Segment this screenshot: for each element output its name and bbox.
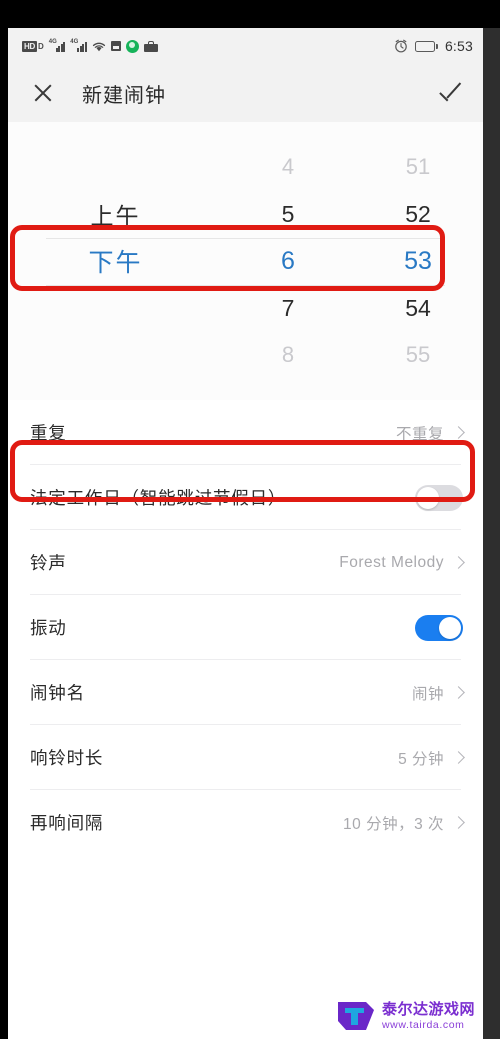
settings-row-repeat[interactable]: 重复 不重复 <box>8 400 483 465</box>
settings-row-ringtone[interactable]: 铃声 Forest Melody <box>8 530 483 595</box>
settings-value-ring-duration: 5 分钟 <box>398 750 444 768</box>
picker-minute-selected[interactable]: 53 <box>353 247 483 276</box>
sdcard-icon <box>110 41 121 51</box>
watermark-text: 泰尔达游戏网 www.tairda.com <box>382 1002 475 1031</box>
settings-value-snooze: 10 分钟，3 次 <box>343 815 444 833</box>
picker-minute-4[interactable]: 55 <box>353 342 483 368</box>
status-bar-left-icons: HD D 4G 4G <box>22 39 158 53</box>
title-bar: 新建闹钟 <box>8 64 483 122</box>
watermark-site-name: 泰尔达游戏网 <box>381 1000 475 1018</box>
signal-4g-icon-2: 4G <box>70 39 87 52</box>
alarm-icon <box>394 39 408 53</box>
close-icon[interactable] <box>30 80 56 106</box>
chevron-right-icon <box>452 556 465 569</box>
settings-value-alarm-name: 闹钟 <box>411 685 444 703</box>
chevron-right-icon <box>452 426 465 439</box>
picker-row-0[interactable]: 4 51 <box>8 144 483 191</box>
signal-label: 4G <box>48 39 57 45</box>
settings-label-ring-duration: 响铃时长 <box>30 748 104 768</box>
picker-divider-bottom <box>46 284 445 286</box>
confirm-check-icon[interactable] <box>437 79 465 107</box>
phone-screen: HD D 4G 4G 6:53 新建闹钟 4 51 上午 5 52 下午 6 5… <box>8 28 483 1039</box>
work-profile-icon <box>143 40 158 52</box>
settings-label-snooze: 再响间隔 <box>30 813 104 833</box>
settings-row-workday[interactable]: 法定工作日（智能跳过节假日） <box>8 465 483 530</box>
screenshot-root: HD D 4G 4G 6:53 新建闹钟 4 51 上午 5 52 下午 6 5… <box>0 0 500 1039</box>
picker-ampm-selected[interactable]: 下午 <box>8 243 223 279</box>
picker-row-3[interactable]: 7 54 <box>8 285 483 332</box>
settings-list: 重复 不重复 法定工作日（智能跳过节假日） 铃声 Forest Melody 振… <box>8 400 483 855</box>
settings-label-alarm-name: 闹钟名 <box>30 683 85 703</box>
status-bar-right-icons: 6:53 <box>394 38 473 54</box>
watermark: 泰尔达游戏网 www.tairda.com <box>336 999 475 1033</box>
settings-label-vibrate: 振动 <box>30 618 67 638</box>
settings-label-workday: 法定工作日（智能跳过节假日） <box>30 488 287 508</box>
picker-minute-0[interactable]: 51 <box>353 154 483 180</box>
hd-label: HD <box>22 40 37 52</box>
chevron-right-icon <box>452 686 465 699</box>
settings-row-vibrate[interactable]: 振动 <box>8 595 483 660</box>
status-bar: HD D 4G 4G 6:53 <box>8 28 483 64</box>
signal-4g-icon: 4G <box>48 39 66 52</box>
time-picker[interactable]: 4 51 上午 5 52 下午 6 53 7 54 8 55 <box>8 122 483 400</box>
picker-ampm-1[interactable]: 上午 <box>8 197 223 231</box>
picker-hour-0[interactable]: 4 <box>223 154 353 180</box>
d-label: D <box>37 41 44 51</box>
wifi-icon <box>92 41 106 52</box>
settings-row-snooze[interactable]: 再响间隔 10 分钟，3 次 <box>8 790 483 855</box>
toggle-vibrate[interactable] <box>415 614 463 641</box>
toggle-workday[interactable] <box>415 484 463 511</box>
status-clock: 6:53 <box>444 38 473 54</box>
picker-row-1[interactable]: 上午 5 52 <box>8 191 483 238</box>
picker-hour-3[interactable]: 7 <box>223 295 353 322</box>
page-title: 新建闹钟 <box>82 84 166 107</box>
picker-divider-top <box>46 237 445 239</box>
settings-value-repeat: 不重复 <box>395 425 444 443</box>
app-green-icon <box>125 39 139 53</box>
settings-value-ringtone: Forest Melody <box>339 553 444 571</box>
picker-row-4[interactable]: 8 55 <box>8 332 483 379</box>
device-frame-corner <box>483 0 500 28</box>
battery-icon <box>414 40 438 52</box>
settings-row-ring-duration[interactable]: 响铃时长 5 分钟 <box>8 725 483 790</box>
signal-label-2: 4G <box>70 39 79 45</box>
device-frame-right <box>483 0 500 1039</box>
picker-row-selected[interactable]: 下午 6 53 <box>8 238 483 285</box>
settings-label-repeat: 重复 <box>30 423 67 443</box>
watermark-url: www.tairda.com <box>381 1018 465 1031</box>
picker-hour-4[interactable]: 8 <box>223 342 353 368</box>
watermark-logo-icon <box>336 999 376 1033</box>
chevron-right-icon <box>452 751 465 764</box>
picker-minute-1[interactable]: 52 <box>353 201 483 228</box>
picker-minute-3[interactable]: 54 <box>353 295 483 322</box>
settings-label-ringtone: 铃声 <box>30 553 67 573</box>
chevron-right-icon <box>452 816 465 829</box>
hd-badge-icon: HD D <box>22 40 44 52</box>
picker-hour-selected[interactable]: 6 <box>223 247 353 276</box>
settings-row-alarm-name[interactable]: 闹钟名 闹钟 <box>8 660 483 725</box>
picker-hour-1[interactable]: 5 <box>223 201 353 228</box>
picker-rows: 4 51 上午 5 52 下午 6 53 7 54 8 55 <box>8 144 483 379</box>
